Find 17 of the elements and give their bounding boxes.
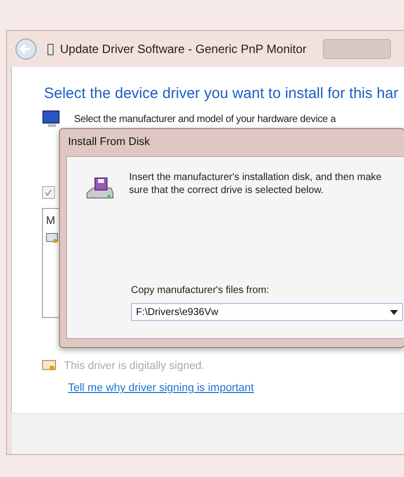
checkmark-icon [44,188,53,197]
monitor-icon [42,110,62,128]
instruction-text: Select the manufacturer and model of your hardware device a [74,114,336,124]
copy-from-label: Copy manufacturer's files from: [131,285,270,296]
window-title: Update Driver Software - Generic PnP Monitor [60,42,307,56]
dropdown-caret-icon[interactable] [390,310,398,314]
dialog-message: Insert the manufacturer's installation disk, and then make sure that the correct drive is selected below. [129,171,383,197]
certificate-icon [42,360,56,372]
path-combo-box[interactable]: F:\Drivers\e936Vw [131,303,403,321]
dialog-title: Install From Disk [67,135,151,150]
driver-signing-link[interactable]: Tell me why driver signing is important [68,382,254,394]
signed-note: This driver is digitally signed. [64,360,205,372]
page-heading: Select the device driver you want to install for this har [44,85,400,102]
driver-item-icon [46,233,58,243]
checkbox[interactable] [42,186,55,199]
device-icon [47,42,54,56]
list-header: M [46,215,56,227]
